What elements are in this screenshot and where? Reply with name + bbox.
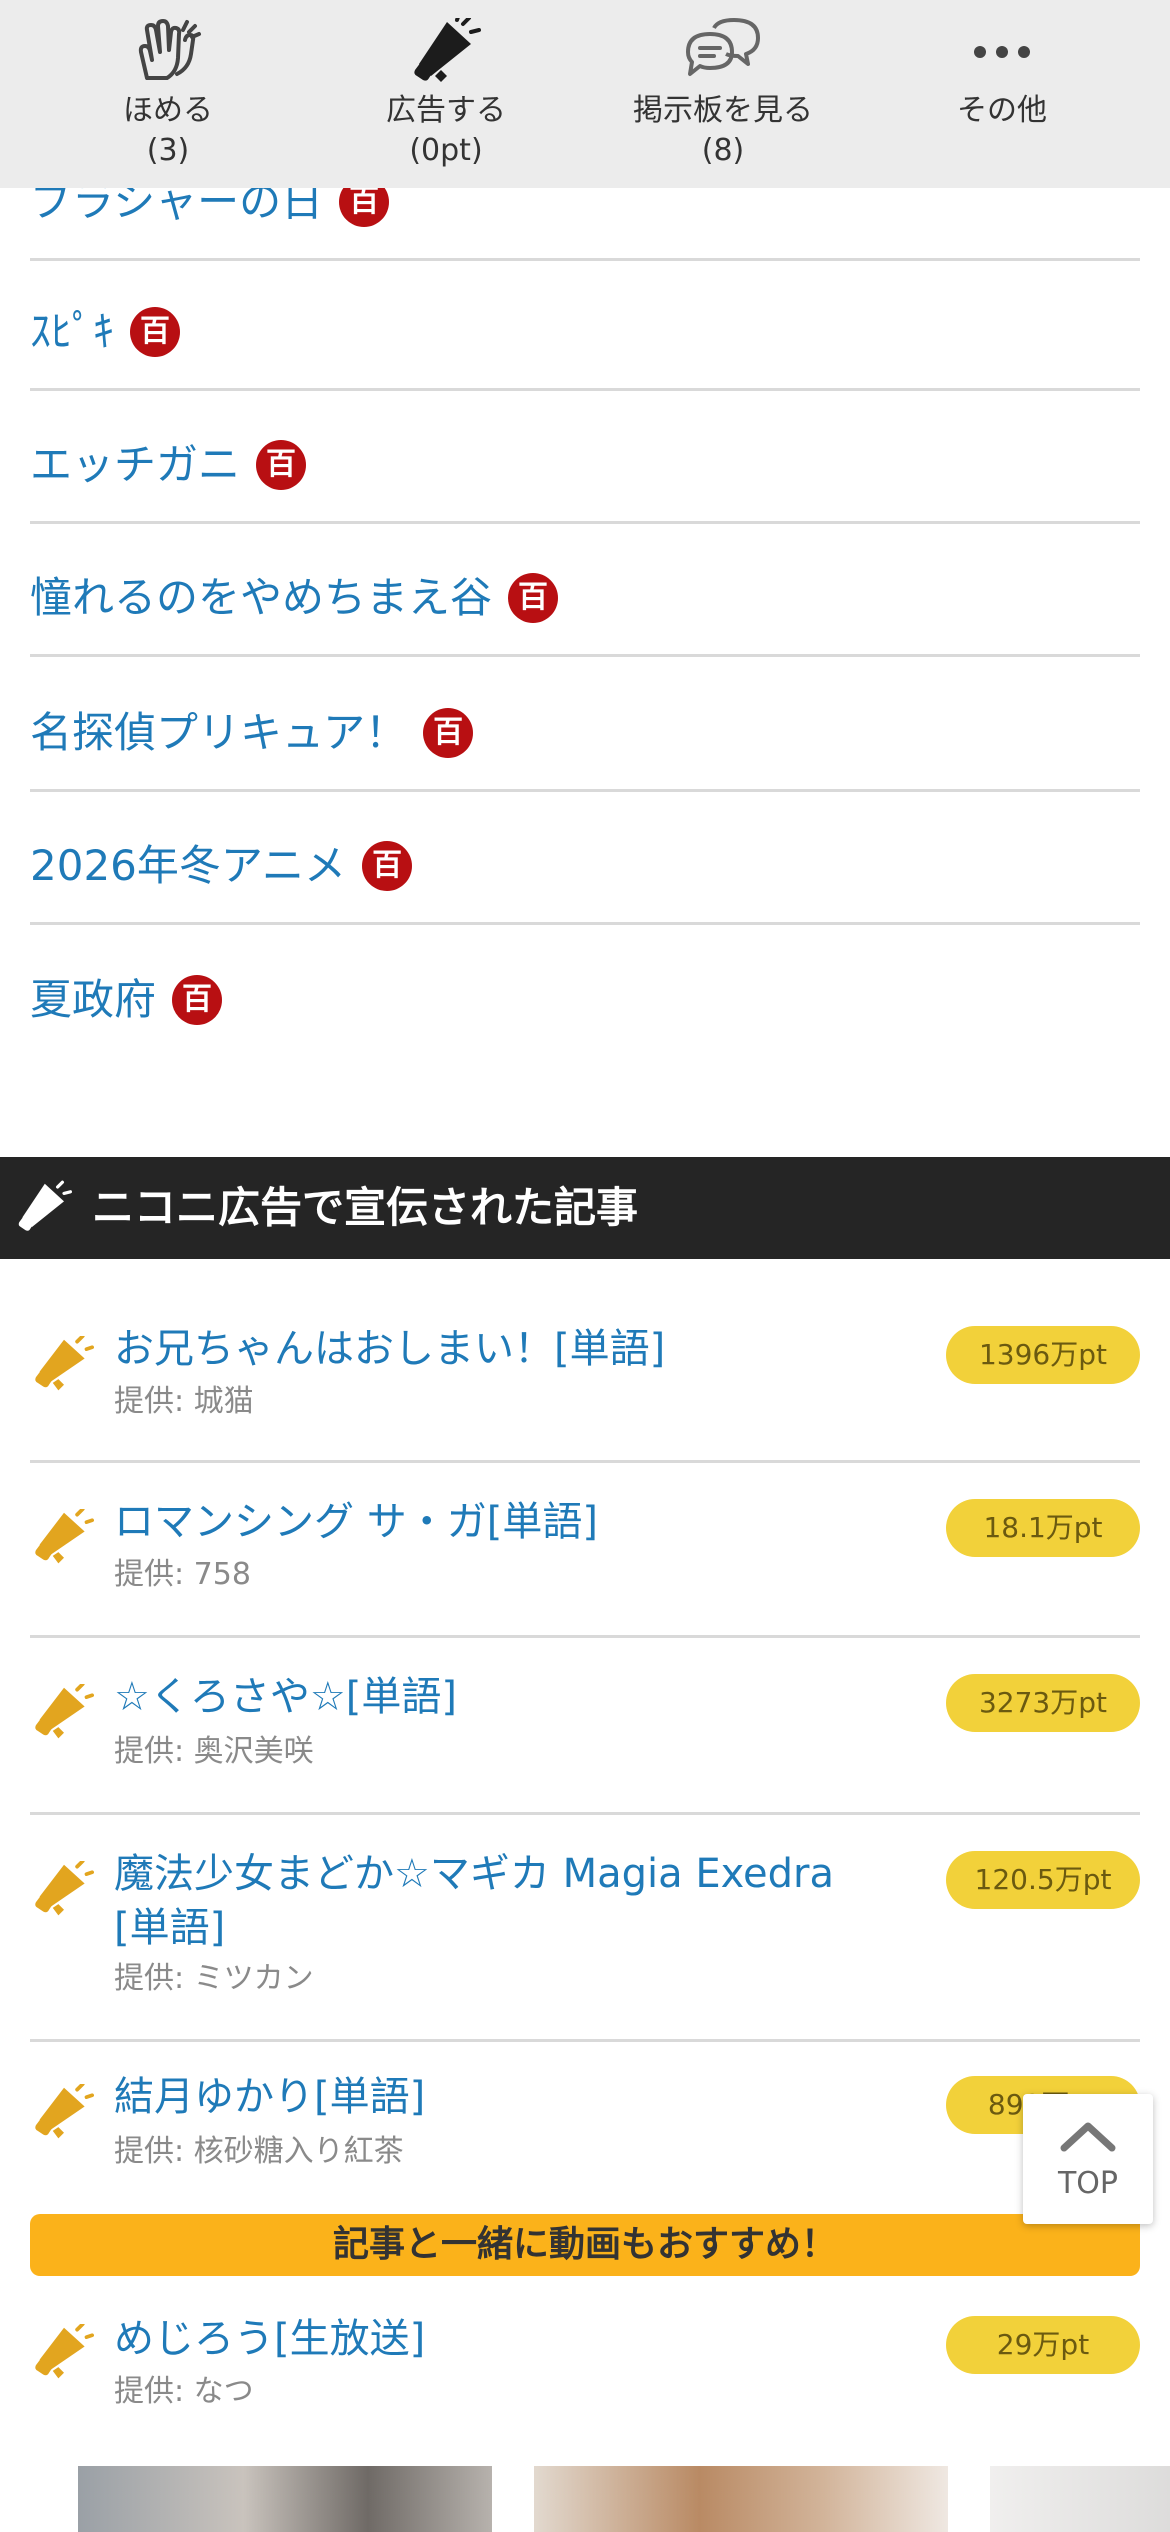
ad-item[interactable]: ☆くろさや☆[単語] 提供: 奥沢美咲 3273万pt (30, 1638, 1140, 1815)
advertise-count: (0pt) (409, 133, 483, 168)
megaphone-icon (34, 1336, 94, 1393)
megaphone-icon (34, 2324, 94, 2381)
related-item-title: 名探偵プリキュア！ (30, 708, 408, 757)
ad-item[interactable]: 魔法少女まどか☆マギカ Magia Exedra [単語] 提供: ミツカン 1… (30, 1815, 1140, 2042)
back-to-top-button[interactable]: TOP (1023, 2094, 1153, 2224)
clapping-hands-icon (138, 19, 201, 80)
ad-item-provider: 提供: 奥沢美咲 (114, 1734, 314, 1769)
bbs-label: 掲示板を見る (633, 93, 813, 128)
bbs-button[interactable]: 掲示板を見る (8) (593, 0, 853, 188)
ad-item-title: 魔法少女まどか☆マギカ Magia Exedra [単語] (114, 1851, 834, 1951)
points-badge: 120.5万pt (946, 1851, 1140, 1909)
related-item-title: 2026年冬アニメ (30, 841, 347, 890)
action-bar: ほめる (3) 広告する (0pt) 掲示板を見る (8) その他 (0, 0, 1170, 188)
points-badge: 29万pt (946, 2316, 1140, 2374)
ad-item-provider: 提供: ミツカン (114, 1961, 314, 1996)
points-badge: 1396万pt (946, 1326, 1140, 1384)
megaphone-icon (34, 1509, 94, 1566)
more-button[interactable]: その他 (872, 0, 1132, 188)
related-item-title: エッチガニ (30, 440, 241, 489)
encyclopedia-badge-icon: 百 (130, 307, 181, 357)
megaphone-icon (34, 2084, 94, 2141)
ad-item-title: ☆くろさや☆[単語] (114, 1674, 457, 1720)
related-item[interactable]: エッチガニ百 (30, 391, 1140, 524)
encyclopedia-badge-icon: 百 (362, 841, 413, 891)
encyclopedia-badge-icon: 百 (423, 708, 474, 758)
ad-item-video[interactable]: めじろう[生放送] 提供: なつ 29万pt (30, 2284, 1140, 2444)
praise-label: ほめる (123, 93, 213, 128)
ad-item-title: ロマンシング サ・ガ[単語] (114, 1499, 598, 1545)
ad-item[interactable]: お兄ちゃんはおしまい！[単語] 提供: 城猫 1396万pt (30, 1286, 1140, 1463)
points-badge: 18.1万pt (946, 1499, 1140, 1557)
megaphone-icon (34, 1861, 94, 1918)
encyclopedia-badge-icon: 百 (508, 573, 559, 623)
related-item-title: 憧れるのをやめちまえ谷 (30, 573, 493, 622)
more-label: その他 (957, 93, 1047, 128)
encyclopedia-badge-icon: 百 (256, 440, 307, 490)
bbs-count: (8) (701, 133, 745, 168)
ad-item[interactable]: ロマンシング サ・ガ[単語] 提供: 758 18.1万pt (30, 1463, 1140, 1638)
encyclopedia-badge-icon: 百 (172, 975, 223, 1025)
ad-item[interactable]: 結月ゆかり[単語] 提供: 核砂糖入り紅茶 899万pt (30, 2042, 1140, 2212)
praise-count: (3) (146, 133, 190, 168)
ad-item-provider: 提供: 758 (114, 1557, 251, 1592)
related-item-title: ｽﾋﾟｷ (30, 307, 115, 356)
praise-button[interactable]: ほめる (3) (38, 0, 298, 188)
ad-item-provider: 提供: なつ (114, 2374, 254, 2409)
chat-bubbles-icon (686, 18, 760, 76)
chevron-up-icon (1060, 2122, 1116, 2152)
advertise-button[interactable]: 広告する (0pt) (316, 0, 576, 188)
back-to-top-label: TOP (1057, 2166, 1119, 2201)
recommend-video-banner: 記事と一緒に動画もおすすめ！ (30, 2214, 1140, 2276)
related-item[interactable]: 憧れるのをやめちまえ谷百 (30, 524, 1140, 657)
ad-item-title: お兄ちゃんはおしまい！[単語] (114, 1326, 666, 1372)
points-badge: 3273万pt (946, 1674, 1140, 1732)
nicoad-section-header: ニコニ広告で宣伝された記事 (0, 1157, 1170, 1259)
megaphone-icon (34, 1684, 94, 1741)
video-thumbnail[interactable] (78, 2466, 492, 2532)
video-thumbnail[interactable] (990, 2466, 1170, 2532)
related-item[interactable]: 夏政府百 (30, 926, 1140, 1056)
ad-item-title: めじろう[生放送] (114, 2316, 426, 2362)
more-dots-icon (974, 46, 1030, 58)
ad-item-provider: 提供: 核砂糖入り紅茶 (114, 2134, 404, 2169)
ad-item-title: 結月ゆかり[単語] (114, 2074, 426, 2120)
related-item-title: 夏政府 (30, 975, 157, 1024)
megaphone-icon (18, 1180, 72, 1231)
video-thumbnail[interactable] (534, 2466, 948, 2532)
megaphone-icon (414, 18, 481, 82)
section-title: ニコニ広告で宣伝された記事 (92, 1183, 639, 1232)
related-item[interactable]: ｽﾋﾟｷ 百 (30, 258, 1140, 391)
related-item[interactable]: 2026年冬アニメ百 (30, 792, 1140, 925)
related-item[interactable]: 名探偵プリキュア！ 百 (30, 659, 1140, 792)
ad-item-provider: 提供: 城猫 (114, 1384, 254, 1419)
advertise-label: 広告する (386, 93, 506, 128)
